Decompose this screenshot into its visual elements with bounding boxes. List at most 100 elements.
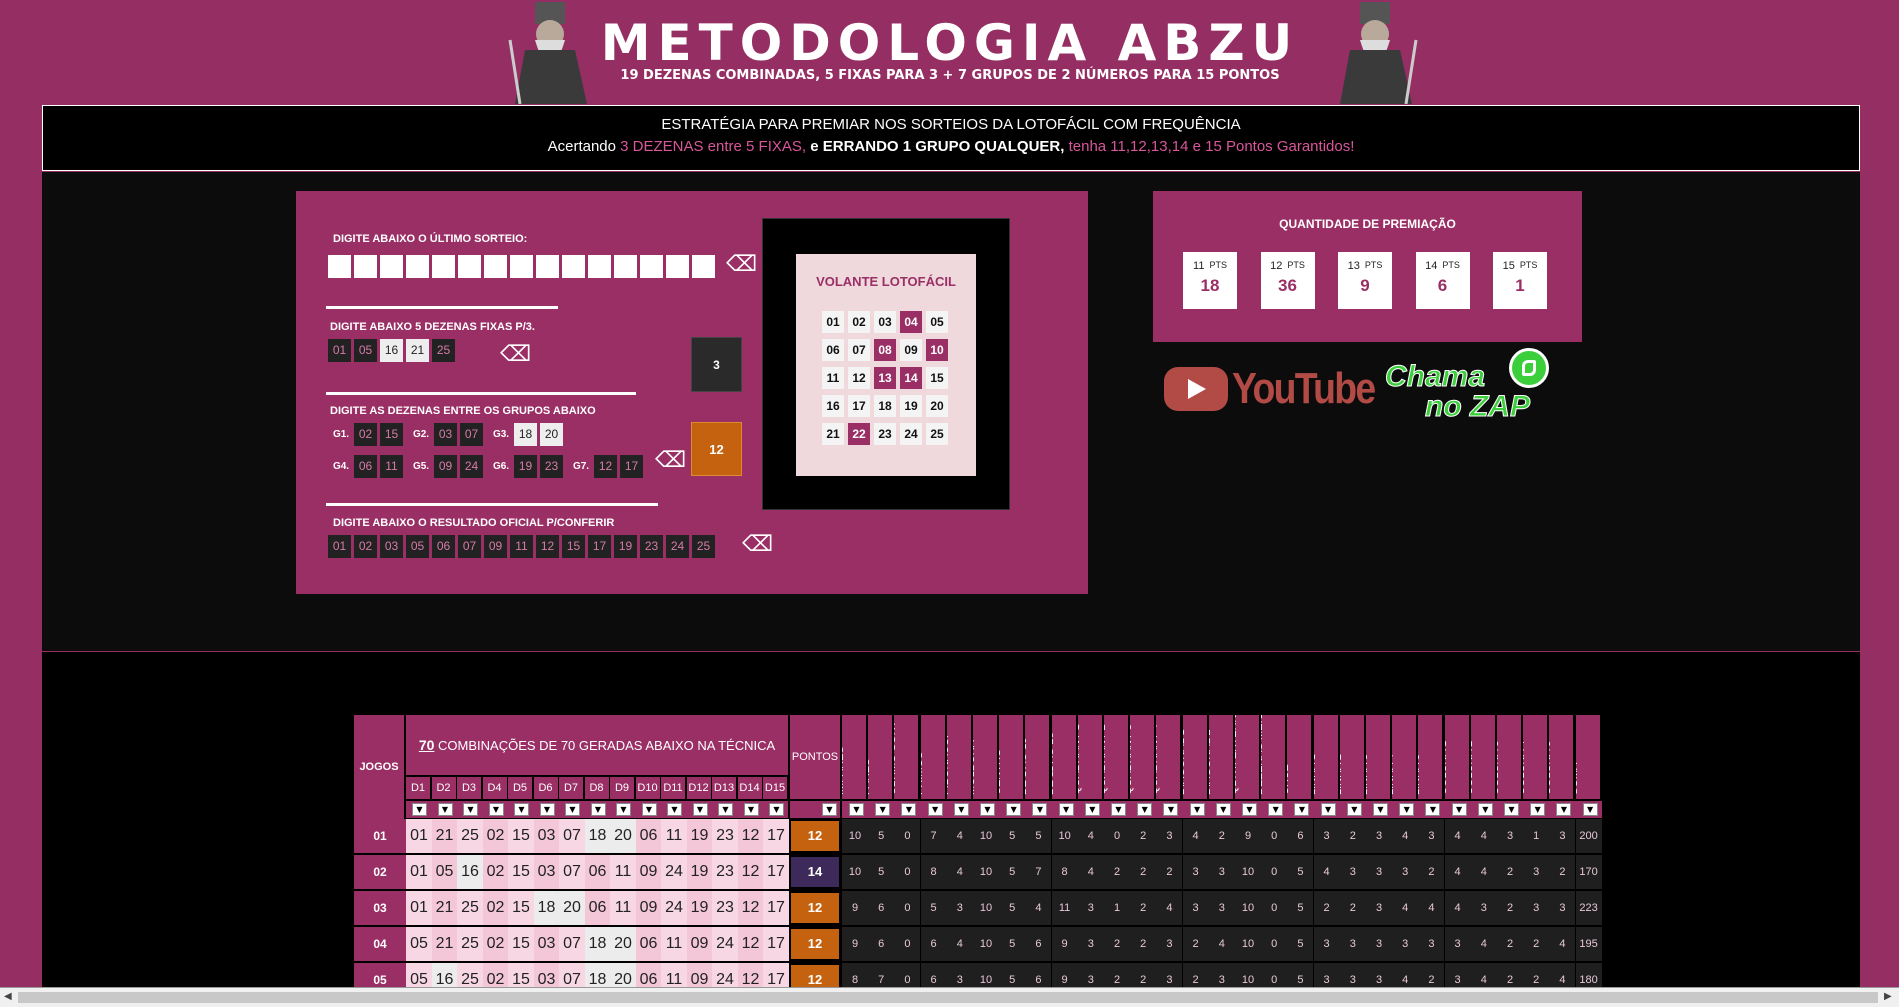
fixed-number-input[interactable]: 21 xyxy=(406,339,429,362)
fixed-number-input[interactable]: 16 xyxy=(380,339,403,362)
filter-dropdown-icon[interactable]: ▼ xyxy=(1373,803,1388,816)
filter-dropdown-icon[interactable]: ▼ xyxy=(1399,803,1415,816)
result-number-input[interactable]: 23 xyxy=(640,535,663,558)
group-number-input[interactable]: 03 xyxy=(434,423,457,446)
eraser-icon[interactable]: ⌫ xyxy=(742,533,773,557)
filter-dropdown-icon[interactable]: ▼ xyxy=(667,803,682,816)
fixed-number-input[interactable]: 05 xyxy=(354,339,377,362)
result-number-input[interactable]: 09 xyxy=(484,535,507,558)
result-number-input[interactable]: 11 xyxy=(510,535,533,558)
scroll-right-icon[interactable]: ▶ xyxy=(1884,991,1892,1002)
filter-dropdown-icon[interactable]: ▼ xyxy=(901,803,917,816)
filter-dropdown-icon[interactable]: ▼ xyxy=(1006,803,1022,816)
result-number-input[interactable]: 06 xyxy=(432,535,455,558)
eraser-icon[interactable]: ⌫ xyxy=(500,343,531,367)
filter-dropdown-icon[interactable]: ▼ xyxy=(412,803,427,816)
filter-dropdown-icon[interactable]: ▼ xyxy=(488,803,504,816)
result-number-input[interactable]: 05 xyxy=(406,535,429,558)
last-draw-input[interactable] xyxy=(432,255,455,278)
result-number-input[interactable]: 17 xyxy=(588,535,611,558)
filter-dropdown-icon[interactable]: ▼ xyxy=(641,803,657,816)
filter-dropdown-icon[interactable]: ▼ xyxy=(1032,803,1048,816)
group-number-input[interactable]: 12 xyxy=(594,455,617,478)
filter-dropdown-icon[interactable]: ▼ xyxy=(1582,803,1598,816)
filter-dropdown-icon[interactable]: ▼ xyxy=(1058,803,1074,816)
last-draw-input[interactable] xyxy=(510,255,533,278)
filter-dropdown-icon[interactable]: ▼ xyxy=(875,803,891,816)
scroll-left-icon[interactable]: ◀ xyxy=(4,991,12,1002)
filter-dropdown-icon[interactable]: ▼ xyxy=(539,803,555,816)
result-number-input[interactable]: 07 xyxy=(458,535,481,558)
filter-dropdown-icon[interactable]: ▼ xyxy=(514,803,529,816)
filter-dropdown-icon[interactable]: ▼ xyxy=(1111,803,1126,816)
filter-dropdown-icon[interactable]: ▼ xyxy=(1137,803,1153,816)
last-draw-input[interactable] xyxy=(484,255,507,278)
filter-dropdown-icon[interactable]: ▼ xyxy=(1215,803,1231,816)
last-draw-input[interactable] xyxy=(536,255,559,278)
result-number-input[interactable]: 01 xyxy=(328,535,351,558)
eraser-icon[interactable]: ⌫ xyxy=(655,449,686,473)
last-draw-input[interactable] xyxy=(640,255,663,278)
eraser-icon[interactable]: ⌫ xyxy=(726,253,757,277)
horizontal-scrollbar[interactable]: ◀ ▶ xyxy=(0,987,1899,1007)
filter-dropdown-icon[interactable]: ▼ xyxy=(822,803,837,816)
last-draw-inputs[interactable] xyxy=(328,255,718,281)
filter-dropdown-icon[interactable]: ▼ xyxy=(1163,803,1179,816)
result-number-input[interactable]: 03 xyxy=(380,535,403,558)
group-number-input[interactable]: 23 xyxy=(540,455,563,478)
group-number-input[interactable]: 02 xyxy=(354,423,377,446)
result-number-input[interactable]: 12 xyxy=(536,535,559,558)
last-draw-input[interactable] xyxy=(562,255,585,278)
filter-dropdown-icon[interactable]: ▼ xyxy=(769,803,784,816)
result-number-input[interactable]: 24 xyxy=(666,535,689,558)
filter-dropdown-icon[interactable]: ▼ xyxy=(980,803,995,816)
fixed-number-input[interactable]: 25 xyxy=(432,339,455,362)
filter-dropdown-icon[interactable]: ▼ xyxy=(927,803,943,816)
filter-dropdown-icon[interactable]: ▼ xyxy=(1477,803,1493,816)
filter-dropdown-icon[interactable]: ▼ xyxy=(565,803,580,816)
group-number-input[interactable]: 07 xyxy=(460,423,483,446)
group-number-input[interactable]: 20 xyxy=(540,423,563,446)
group-number-input[interactable]: 18 xyxy=(514,423,537,446)
filter-dropdown-icon[interactable]: ▼ xyxy=(1530,803,1546,816)
last-draw-input[interactable] xyxy=(458,255,481,278)
last-draw-input[interactable] xyxy=(354,255,377,278)
result-number-input[interactable]: 19 xyxy=(614,535,637,558)
filter-dropdown-icon[interactable]: ▼ xyxy=(463,803,478,816)
filter-dropdown-icon[interactable]: ▼ xyxy=(743,803,759,816)
filter-dropdown-icon[interactable]: ▼ xyxy=(1268,803,1284,816)
group-number-input[interactable]: 09 xyxy=(434,455,457,478)
filter-dropdown-icon[interactable]: ▼ xyxy=(1425,803,1441,816)
filter-dropdown-icon[interactable]: ▼ xyxy=(1084,803,1100,816)
fixed-number-input[interactable]: 01 xyxy=(328,339,351,362)
filter-dropdown-icon[interactable]: ▼ xyxy=(1242,803,1257,816)
last-draw-input[interactable] xyxy=(692,255,715,278)
last-draw-input[interactable] xyxy=(406,255,429,278)
filter-dropdown-icon[interactable]: ▼ xyxy=(437,803,453,816)
result-number-input[interactable]: 15 xyxy=(562,535,585,558)
group-number-input[interactable]: 11 xyxy=(380,455,403,478)
scroll-thumb[interactable] xyxy=(18,992,1878,1003)
filter-dropdown-icon[interactable]: ▼ xyxy=(1556,803,1572,816)
group-number-input[interactable]: 19 xyxy=(514,455,537,478)
filter-dropdown-icon[interactable]: ▼ xyxy=(718,803,733,816)
groups-inputs[interactable]: G1. 02 15 G2. 03 07 G3. 18 20 G4. 06 11 G5. 09 24 G6. 19… xyxy=(328,423,648,483)
filter-dropdown-icon[interactable]: ▼ xyxy=(1504,803,1519,816)
filter-dropdown-icon[interactable]: ▼ xyxy=(590,803,606,816)
group-number-input[interactable]: 24 xyxy=(460,455,483,478)
filter-dropdown-icon[interactable]: ▼ xyxy=(849,803,864,816)
filter-dropdown-icon[interactable]: ▼ xyxy=(1294,803,1310,816)
filter-dropdown-icon[interactable]: ▼ xyxy=(1451,803,1467,816)
last-draw-input[interactable] xyxy=(328,255,351,278)
last-draw-input[interactable] xyxy=(614,255,637,278)
group-number-input[interactable]: 17 xyxy=(620,455,643,478)
result-number-input[interactable]: 02 xyxy=(354,535,377,558)
filter-dropdown-icon[interactable]: ▼ xyxy=(1189,803,1205,816)
last-draw-input[interactable] xyxy=(588,255,611,278)
youtube-link[interactable]: YouTube xyxy=(1164,362,1376,416)
filter-dropdown-icon[interactable]: ▼ xyxy=(692,803,708,816)
group-number-input[interactable]: 15 xyxy=(380,423,403,446)
filter-dropdown-icon[interactable]: ▼ xyxy=(1320,803,1336,816)
filter-dropdown-icon[interactable]: ▼ xyxy=(953,803,969,816)
filter-dropdown-icon[interactable]: ▼ xyxy=(1346,803,1362,816)
